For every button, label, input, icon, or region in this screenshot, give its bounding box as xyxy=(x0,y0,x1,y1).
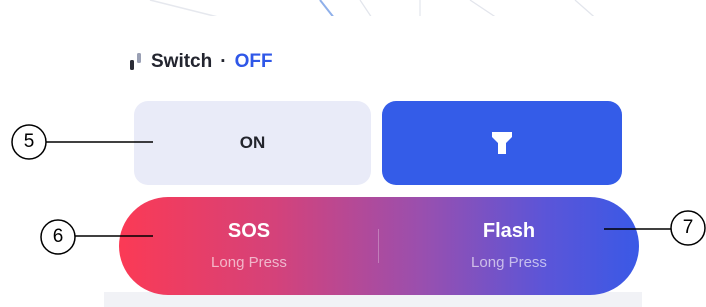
switch-icon xyxy=(130,53,141,70)
callout-5-label: 5 xyxy=(23,131,35,152)
sos-subtitle: Long Press xyxy=(211,254,287,271)
mode-bar: SOS Long Press Flash Long Press xyxy=(119,197,639,295)
callout-6-label: 6 xyxy=(52,226,64,247)
flashlight-button[interactable] xyxy=(382,101,622,185)
on-button-label: ON xyxy=(239,133,266,152)
flash-title: Flash xyxy=(482,220,536,242)
switch-state: OFF xyxy=(234,51,273,72)
switch-label: Switch xyxy=(151,51,213,72)
flash-button[interactable]: Flash Long Press xyxy=(379,197,639,295)
switch-separator: · xyxy=(220,51,227,72)
switch-status-row: Switch · OFF xyxy=(129,48,273,76)
sos-button[interactable]: SOS Long Press xyxy=(119,197,379,295)
flashlight-icon xyxy=(492,132,512,154)
flash-subtitle: Long Press xyxy=(471,254,547,271)
callout-7-label: 7 xyxy=(682,217,694,238)
sos-title: SOS xyxy=(227,220,271,242)
on-button[interactable]: ON xyxy=(134,101,371,185)
